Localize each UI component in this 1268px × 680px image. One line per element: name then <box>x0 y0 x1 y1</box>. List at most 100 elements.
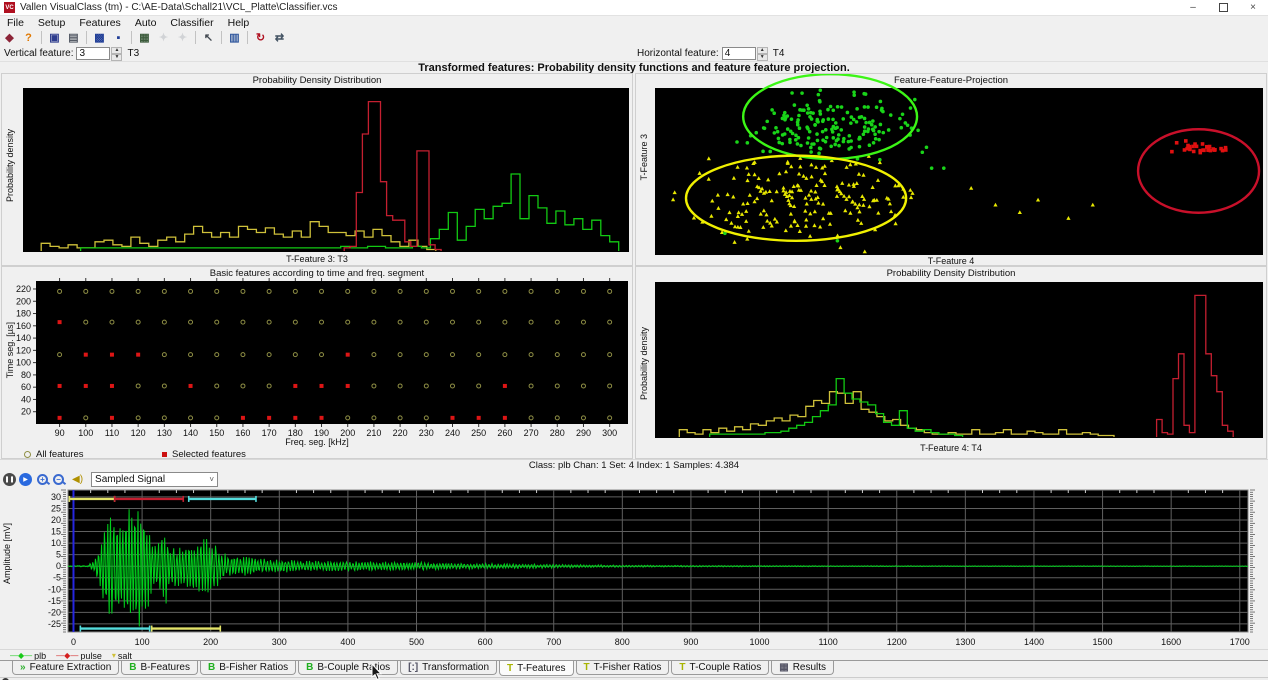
pdf-t4-panel: Probability Density Distribution Probabi… <box>635 266 1267 459</box>
tab-icon: ▦ <box>779 662 788 673</box>
help-icon[interactable]: ? <box>20 30 37 45</box>
tab-t-couple-ratios[interactable]: TT-Couple Ratios <box>671 661 769 675</box>
zoom-in-icon[interactable]: + <box>37 474 48 485</box>
class-legend-label: plb <box>34 651 46 661</box>
waveform-ylabel: Amplitude [mV] <box>2 523 12 584</box>
vertical-feature-name: T3 <box>127 48 139 59</box>
basic-features-ylabel: Time seg. [µs] <box>5 322 15 378</box>
tab-label: T-Couple Ratios <box>690 662 762 673</box>
horizontal-feature-spinner[interactable]: ▲▼ <box>757 47 768 61</box>
tab-t-features[interactable]: TT-Features <box>499 661 573 676</box>
minimize-button[interactable]: – <box>1178 0 1208 15</box>
run-classifier-icon[interactable]: ↻ <box>252 30 269 45</box>
svg-text:300: 300 <box>272 637 287 647</box>
menu-setup[interactable]: Setup <box>31 17 72 29</box>
menu-auto[interactable]: Auto <box>128 17 164 29</box>
zoom-out-icon[interactable]: − <box>53 474 64 485</box>
pointer-tool-icon[interactable]: ↖ <box>200 30 217 45</box>
tab-label: Transformation <box>422 662 489 673</box>
svg-text:200: 200 <box>203 637 218 647</box>
svg-text:15: 15 <box>51 527 61 537</box>
pdf-t4-xlabel: T-Feature 4: T4 <box>636 443 1266 453</box>
plb-marker-icon: —◆— <box>10 651 32 660</box>
tab-feature-extraction[interactable]: »Feature Extraction <box>12 661 119 675</box>
tab-icon: » <box>20 662 26 673</box>
svg-text:0: 0 <box>56 561 61 571</box>
class-legend-label: pulse <box>80 651 102 661</box>
toolbar: ◆?▣▤▩▪▦✦✦↖▥↻⇄ <box>0 29 1268 47</box>
ffp-xlabel: T-Feature 4 <box>636 256 1266 266</box>
tab-transformation[interactable]: [:]Transformation <box>400 661 497 675</box>
horizontal-feature-label: Horizontal feature: <box>637 48 719 59</box>
help-book-icon[interactable]: ◆ <box>1 30 18 45</box>
pause-button[interactable]: ❚❚ <box>3 473 16 486</box>
menu-classifier[interactable]: Classifier <box>163 17 220 29</box>
svg-text:200: 200 <box>16 296 31 306</box>
copy-graph-icon[interactable]: ▪ <box>110 30 127 45</box>
svg-text:220: 220 <box>16 284 31 294</box>
vertical-feature-label: Vertical feature: <box>4 48 73 59</box>
tab-t-fisher-ratios[interactable]: TT-Fisher Ratios <box>576 661 670 675</box>
vertical-feature-input[interactable]: 3 <box>76 47 110 60</box>
pdf-t4-ylabel: Probability density <box>639 327 649 400</box>
menu-features[interactable]: Features <box>72 17 127 29</box>
histogram-tool-icon[interactable]: ▥ <box>226 30 243 45</box>
menu-help[interactable]: Help <box>221 17 257 29</box>
ffp-title: Feature-Feature-Projection <box>636 75 1266 86</box>
pdf-t3-chart <box>2 74 632 265</box>
vertical-feature-spinner[interactable]: ▲▼ <box>111 47 122 61</box>
spin-up-icon[interactable]: ▲ <box>111 47 122 54</box>
spin-up-icon[interactable]: ▲ <box>757 47 768 54</box>
menu-file[interactable]: File <box>0 17 31 29</box>
mouse-cursor <box>371 664 383 680</box>
svg-text:-5: -5 <box>53 573 61 583</box>
horizontal-feature-input[interactable]: 4 <box>722 47 756 60</box>
tab-b-couple-ratios[interactable]: BB-Couple Ratios <box>298 661 398 675</box>
tab-b-fisher-ratios[interactable]: BB-Fisher Ratios <box>200 661 296 675</box>
svg-text:1500: 1500 <box>1093 637 1113 647</box>
pdf-t4-chart <box>636 267 1266 458</box>
chevron-down-icon: ˅ <box>209 475 214 484</box>
svg-text:120: 120 <box>16 345 31 355</box>
toolbar-separator <box>131 31 132 44</box>
play-button[interactable]: ▶ <box>19 473 32 486</box>
spin-down-icon[interactable]: ▼ <box>111 54 122 61</box>
pdf-t3-title: Probability Density Distribution <box>2 75 632 86</box>
all-features-icon <box>24 451 31 458</box>
svg-text:900: 900 <box>683 637 698 647</box>
tab-icon: B <box>129 662 136 673</box>
maximize-button[interactable] <box>1208 0 1238 15</box>
ffp-chart <box>636 74 1266 265</box>
toolbar-separator <box>41 31 42 44</box>
svg-text:1400: 1400 <box>1024 637 1044 647</box>
svg-text:-15: -15 <box>48 596 61 606</box>
speaker-icon[interactable]: ◀) <box>72 474 83 485</box>
tab-results[interactable]: ▦Results <box>771 661 834 675</box>
svg-text:0: 0 <box>71 637 76 647</box>
tab-b-features[interactable]: BB-Features <box>121 661 198 675</box>
signal-type-value: Sampled Signal <box>95 474 165 485</box>
svg-text:500: 500 <box>409 637 424 647</box>
svg-text:-20: -20 <box>48 607 61 617</box>
print-icon[interactable]: ▤ <box>65 30 82 45</box>
tab-icon: T <box>584 662 590 673</box>
save-icon[interactable]: ▣ <box>46 30 63 45</box>
basic-features-title: Basic features according to time and fre… <box>2 268 632 279</box>
waveform-chart: 0100200300400500600700800900100011001200… <box>0 488 1268 649</box>
title-bar: VC Vallen VisualClass (tm) - C:\AE-Data\… <box>0 0 1268 16</box>
report-icon[interactable]: ⇄ <box>271 30 288 45</box>
ffp-ylabel: T-Feature 3 <box>639 134 649 181</box>
svg-text:20: 20 <box>21 407 31 417</box>
svg-text:30: 30 <box>51 492 61 502</box>
close-button[interactable]: × <box>1238 0 1268 15</box>
export-graph-icon[interactable]: ▩ <box>91 30 108 45</box>
class-legend-pulse: —◆—pulse <box>56 651 102 661</box>
grid-view-icon[interactable]: ▦ <box>136 30 153 45</box>
horizontal-feature-name: T4 <box>773 48 785 59</box>
signal-type-select[interactable]: Sampled Signal ˅ <box>91 472 218 487</box>
spin-down-icon[interactable]: ▼ <box>757 54 768 61</box>
svg-text:1000: 1000 <box>750 637 770 647</box>
tab-icon: B <box>306 662 313 673</box>
svg-text:-25: -25 <box>48 619 61 629</box>
svg-text:10: 10 <box>51 538 61 548</box>
